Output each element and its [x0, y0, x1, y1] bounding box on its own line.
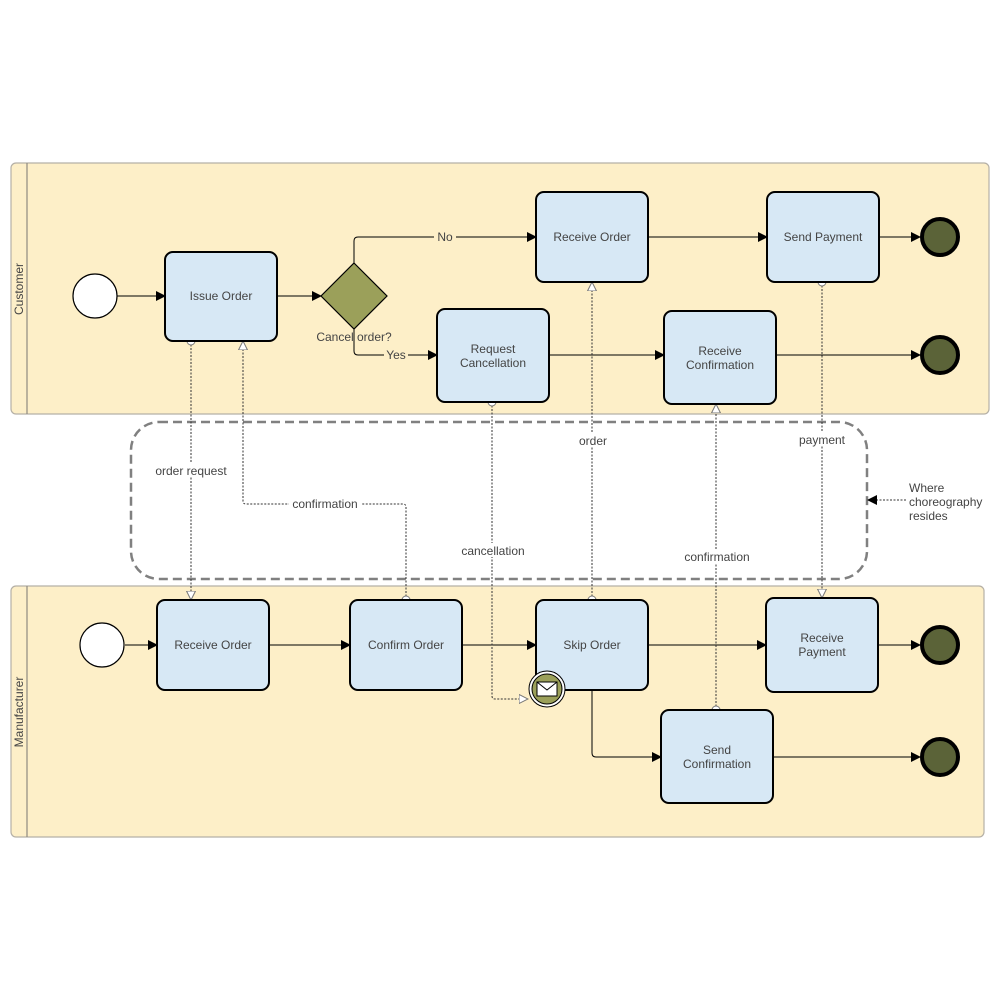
customer-end-event-1[interactable]	[920, 217, 960, 257]
task-receive-confirmation-label-1: Receive	[698, 344, 742, 358]
task-send-payment[interactable]: Send Payment	[766, 191, 880, 283]
manufacturer-end-event-2[interactable]	[920, 737, 960, 777]
task-send-confirmation[interactable]: Send Confirmation	[660, 709, 774, 804]
message-order-request-label: order request	[155, 464, 227, 478]
customer-end-event-2[interactable]	[920, 335, 960, 375]
task-send-payment-label: Send Payment	[784, 230, 863, 244]
task-send-confirmation-label-2: Confirmation	[683, 757, 751, 771]
annotation-line-2: choreography	[909, 495, 982, 509]
task-receive-order-manufacturer-label: Receive Order	[174, 638, 251, 652]
pool-manufacturer-label: Manufacturer	[12, 677, 26, 748]
manufacturer-start-event[interactable]	[79, 622, 125, 668]
task-receive-order-customer[interactable]: Receive Order	[535, 191, 649, 283]
gateway-no-label: No	[437, 230, 453, 244]
message-confirmation-2-label: confirmation	[684, 550, 749, 564]
task-receive-payment-label-2: Payment	[798, 645, 846, 659]
task-receive-payment-label-1: Receive	[800, 631, 844, 645]
annotation-line-3: resides	[909, 509, 948, 523]
task-request-cancellation[interactable]: Request Cancellation	[436, 308, 550, 403]
task-receive-order-customer-label: Receive Order	[553, 230, 630, 244]
message-confirmation-1-label: confirmation	[292, 497, 357, 511]
bpmn-diagram: Customer Manufacturer Issue Order Receiv…	[10, 162, 990, 838]
manufacturer-end-event-1[interactable]	[920, 625, 960, 665]
task-confirm-order[interactable]: Confirm Order	[349, 599, 463, 691]
envelope-icon	[536, 681, 558, 697]
gateway-label: Cancel order?	[316, 330, 392, 344]
task-send-confirmation-label-1: Send	[703, 743, 731, 757]
task-receive-payment[interactable]: Receive Payment	[765, 597, 879, 693]
annotation-text: Where choreography resides	[909, 481, 982, 523]
task-issue-order-label: Issue Order	[190, 289, 253, 303]
annotation-line-1: Where	[909, 481, 945, 495]
pool-customer-label: Customer	[12, 263, 26, 315]
task-skip-order-label: Skip Order	[563, 638, 620, 652]
task-receive-order-manufacturer[interactable]: Receive Order	[156, 599, 270, 691]
task-request-cancellation-label-2: Cancellation	[460, 356, 526, 370]
customer-start-event[interactable]	[72, 273, 118, 319]
task-request-cancellation-label-1: Request	[471, 342, 516, 356]
message-payment-label: payment	[799, 433, 846, 447]
task-confirm-order-label: Confirm Order	[368, 638, 444, 652]
boundary-message-event[interactable]	[528, 670, 566, 708]
message-cancellation-label: cancellation	[461, 544, 524, 558]
message-order-label: order	[579, 434, 607, 448]
task-issue-order[interactable]: Issue Order	[164, 251, 278, 342]
task-receive-confirmation[interactable]: Receive Confirmation	[663, 310, 777, 405]
gateway-yes-label: Yes	[386, 348, 406, 362]
task-receive-confirmation-label-2: Confirmation	[686, 358, 754, 372]
